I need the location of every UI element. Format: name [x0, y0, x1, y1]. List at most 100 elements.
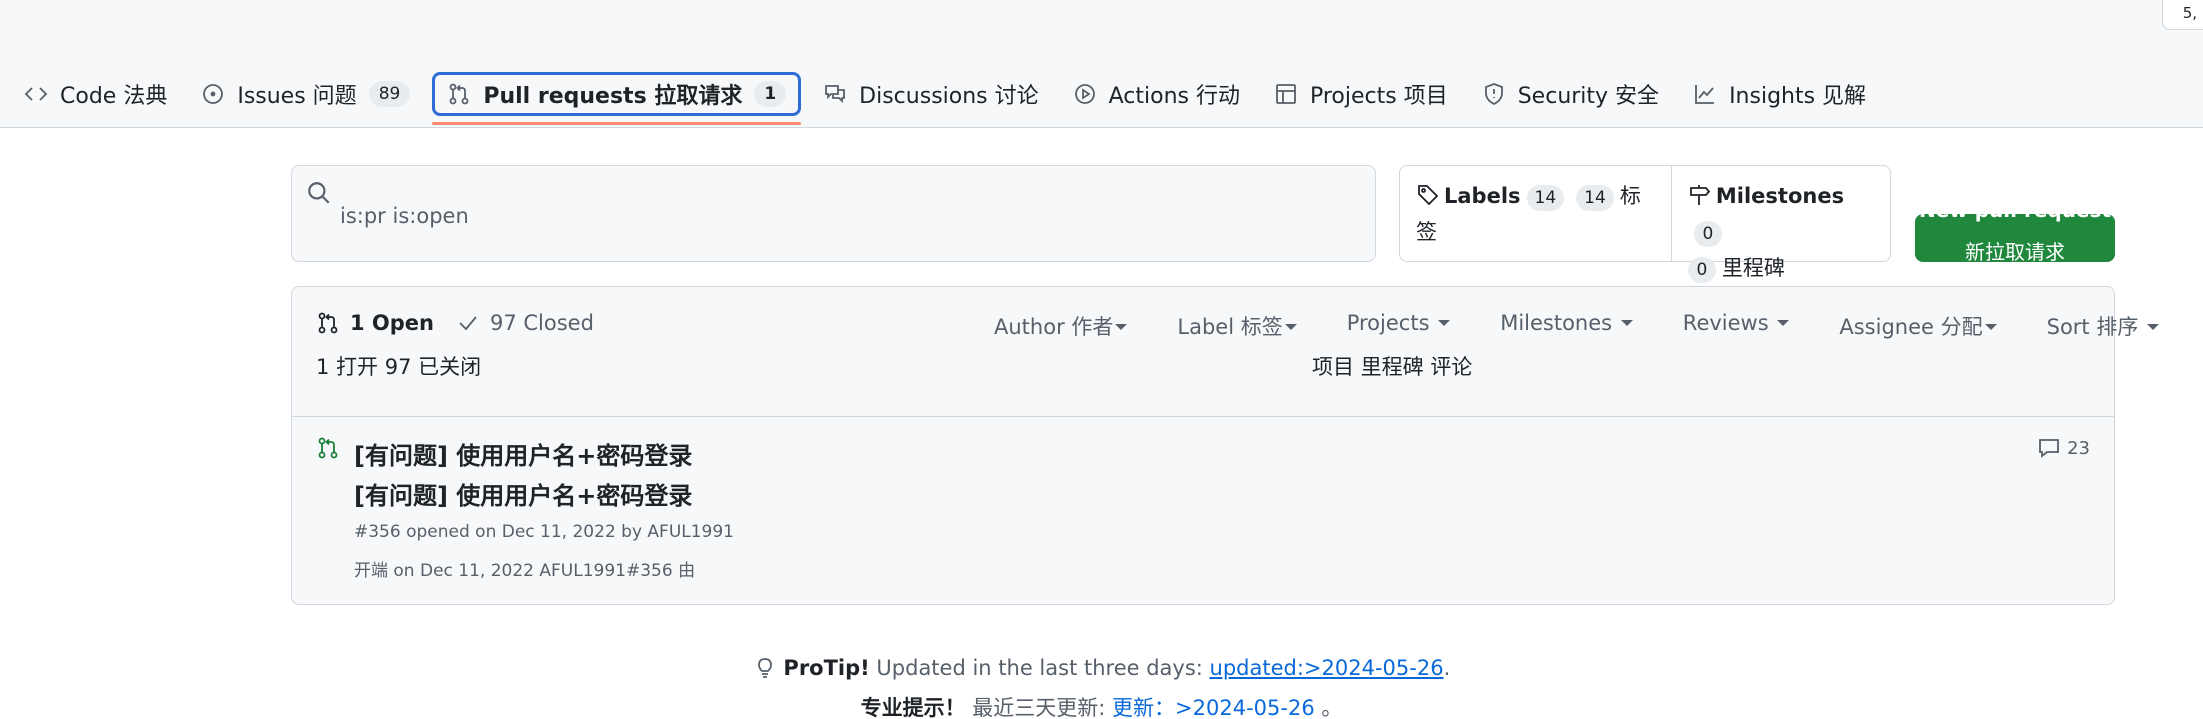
milestones-filter[interactable]: Milestones: [1500, 311, 1633, 341]
tab-projects[interactable]: Projects 项目: [1262, 72, 1460, 116]
pull-request-meta: #356 opened on Dec 11, 2022 by AFUL1991: [354, 522, 735, 542]
filter-label: Label 标签: [1177, 315, 1283, 339]
search-icon: [308, 182, 330, 204]
tab-label: Projects 项目: [1309, 84, 1448, 109]
state-toggle-zh: 1 打开 97 已关闭: [316, 355, 482, 379]
graph-icon: [1695, 85, 1715, 104]
filter-label: Milestones: [1500, 311, 1613, 335]
label-filter[interactable]: Label 标签: [1177, 311, 1297, 341]
new-pull-request-label: New pull request: [1915, 214, 2115, 222]
protip-label: ProTip!: [783, 656, 870, 680]
milestones-button[interactable]: Milestones0 0 里程碑: [1670, 166, 1890, 283]
open-filter[interactable]: 1 Open: [316, 311, 434, 335]
tab-label: Security 安全: [1517, 84, 1660, 109]
comment-discussion-icon: [825, 85, 846, 104]
protip-text: Updated in the last three days:: [869, 656, 1210, 680]
filter-bar-zh: 项目 里程碑 评论: [1312, 355, 1473, 379]
pull-request-list: 1 Open 97 Closed 1 打开 97 已关闭 Author 作者 L…: [291, 286, 2160, 605]
tab-label: Issues 问题: [237, 84, 357, 109]
filter-label: Reviews: [1682, 311, 1769, 335]
tab-label: Pull requests 拉取请求: [483, 84, 743, 109]
labels-button[interactable]: Labels 14 14 标签: [1400, 166, 1671, 261]
pull-request-meta-zh: 开端 on Dec 11, 2022 AFUL1991#356 由: [354, 561, 696, 581]
filter-bar: Author 作者 Label 标签 Projects Milestones R…: [994, 311, 2160, 341]
milestones-label: Milestones: [1715, 184, 1845, 208]
new-pull-request-button[interactable]: New pull request 新拉取请求: [1915, 214, 2115, 262]
tab-code[interactable]: Code 法典: [12, 72, 179, 116]
protip-end: .: [1443, 656, 1451, 680]
filter-label: Assignee 分配: [1839, 315, 1983, 339]
reviews-filter[interactable]: Reviews: [1683, 311, 1790, 341]
git-pull-request-open-icon: [318, 437, 338, 459]
closed-count-label: 97 Closed: [490, 311, 594, 335]
protip-link[interactable]: updated:>2024-05-26: [1210, 656, 1444, 680]
light-bulb-icon: [757, 658, 772, 678]
list-item: [有问题] 使用用户名+密码登录 [有问题] 使用用户名+密码登录 #356 o…: [292, 418, 2114, 604]
caret-down-icon: [1620, 320, 1633, 326]
pull-requests-count-badge: 1: [754, 81, 787, 107]
caret-down-icon: [1438, 320, 1451, 326]
tag-icon: [1418, 185, 1439, 206]
tab-discussions[interactable]: Discussions 讨论: [811, 72, 1050, 116]
tab-security[interactable]: Security 安全: [1470, 72, 1671, 116]
comment-icon: [2039, 439, 2059, 458]
shield-icon: [1484, 83, 1503, 106]
labels-count-zh: 14: [1576, 185, 1614, 211]
git-pull-request-icon: [318, 312, 338, 334]
pull-request-title-zh[interactable]: [有问题] 使用用户名+密码登录: [354, 476, 692, 511]
projects-filter[interactable]: Projects: [1346, 311, 1451, 341]
protip: ProTip! Updated in the last three days: …: [0, 656, 2203, 680]
check-icon: [459, 316, 477, 331]
protip-link-zh[interactable]: 更新：>2024-05-26: [1112, 696, 1315, 719]
caret-down-icon: [1115, 324, 1128, 330]
tab-label: Actions 行动: [1108, 84, 1240, 109]
sort-filter[interactable]: Sort 排序: [2046, 311, 2160, 341]
milestone-icon: [1689, 185, 1711, 205]
list-header: 1 Open 97 Closed 1 打开 97 已关闭 Author 作者 L…: [292, 287, 2160, 417]
caret-down-icon: [1284, 324, 1297, 330]
open-count-label: 1 Open: [350, 311, 434, 335]
tab-pull-requests[interactable]: Pull requests 拉取请求 1: [432, 72, 802, 125]
comments-link[interactable]: 23: [2037, 436, 2090, 460]
caret-down-icon: [1984, 324, 1997, 330]
filter-label: Sort 排序: [2046, 315, 2139, 339]
pull-request-title[interactable]: [有问题] 使用用户名+密码登录: [354, 436, 692, 471]
issues-count-badge: 89: [368, 81, 411, 107]
repo-header: 5, Code 法典 Issues 问题 89 Pull requests 拉取…: [0, 0, 2203, 128]
labels-count: 14: [1526, 185, 1565, 211]
protip-end-zh: 。: [1314, 696, 1343, 719]
filter-label: Projects: [1346, 311, 1430, 335]
tab-issues[interactable]: Issues 问题 89: [189, 72, 422, 116]
labels-milestones-group: Labels 14 14 标签 Milestones0 0 里程碑: [1399, 165, 1891, 283]
milestones-label-zh: 里程碑: [1721, 256, 1785, 280]
tab-insights[interactable]: Insights 见解: [1681, 72, 1878, 116]
repo-tabs: Code 法典 Issues 问题 89 Pull requests 拉取请求 …: [12, 70, 1888, 125]
assignee-filter[interactable]: Assignee 分配: [1839, 311, 1997, 341]
caret-down-icon: [1777, 320, 1790, 326]
protip-zh: 专业提示！ 最近三天更新: 更新：>2024-05-26 。: [0, 692, 2203, 719]
tab-label: Insights 见解: [1729, 84, 1867, 109]
code-icon: [24, 87, 48, 101]
protip-text-zh: 最近三天更新:: [965, 696, 1113, 719]
issue-circle-icon: [203, 84, 224, 104]
protip-label-zh: 专业提示！: [860, 696, 966, 719]
author-filter[interactable]: Author 作者: [994, 311, 1128, 341]
filter-label: Author 作者: [994, 315, 1114, 339]
git-pull-request-icon: [449, 83, 469, 105]
state-toggle: 1 Open 97 Closed: [316, 311, 594, 335]
new-pull-request-label-zh: 新拉取请求: [1965, 240, 2065, 262]
caret-down-icon: [2147, 324, 2160, 330]
milestones-count: 0: [1693, 221, 1722, 247]
star-count-badge[interactable]: 5,: [2161, 0, 2203, 30]
tab-actions[interactable]: Actions 行动: [1061, 72, 1252, 116]
milestones-count-zh: 0: [1687, 257, 1716, 283]
pull-request-search-input[interactable]: is:pr is:open: [291, 165, 1376, 262]
labels-label: Labels: [1444, 184, 1521, 208]
search-query: is:pr is:open: [340, 204, 469, 228]
closed-filter[interactable]: 97 Closed: [456, 311, 594, 335]
table-icon: [1276, 84, 1296, 104]
tab-label: Code 法典: [60, 84, 168, 109]
play-icon: [1074, 84, 1095, 104]
tab-label: Discussions 讨论: [859, 84, 1039, 109]
comments-count: 23: [2067, 437, 2090, 459]
